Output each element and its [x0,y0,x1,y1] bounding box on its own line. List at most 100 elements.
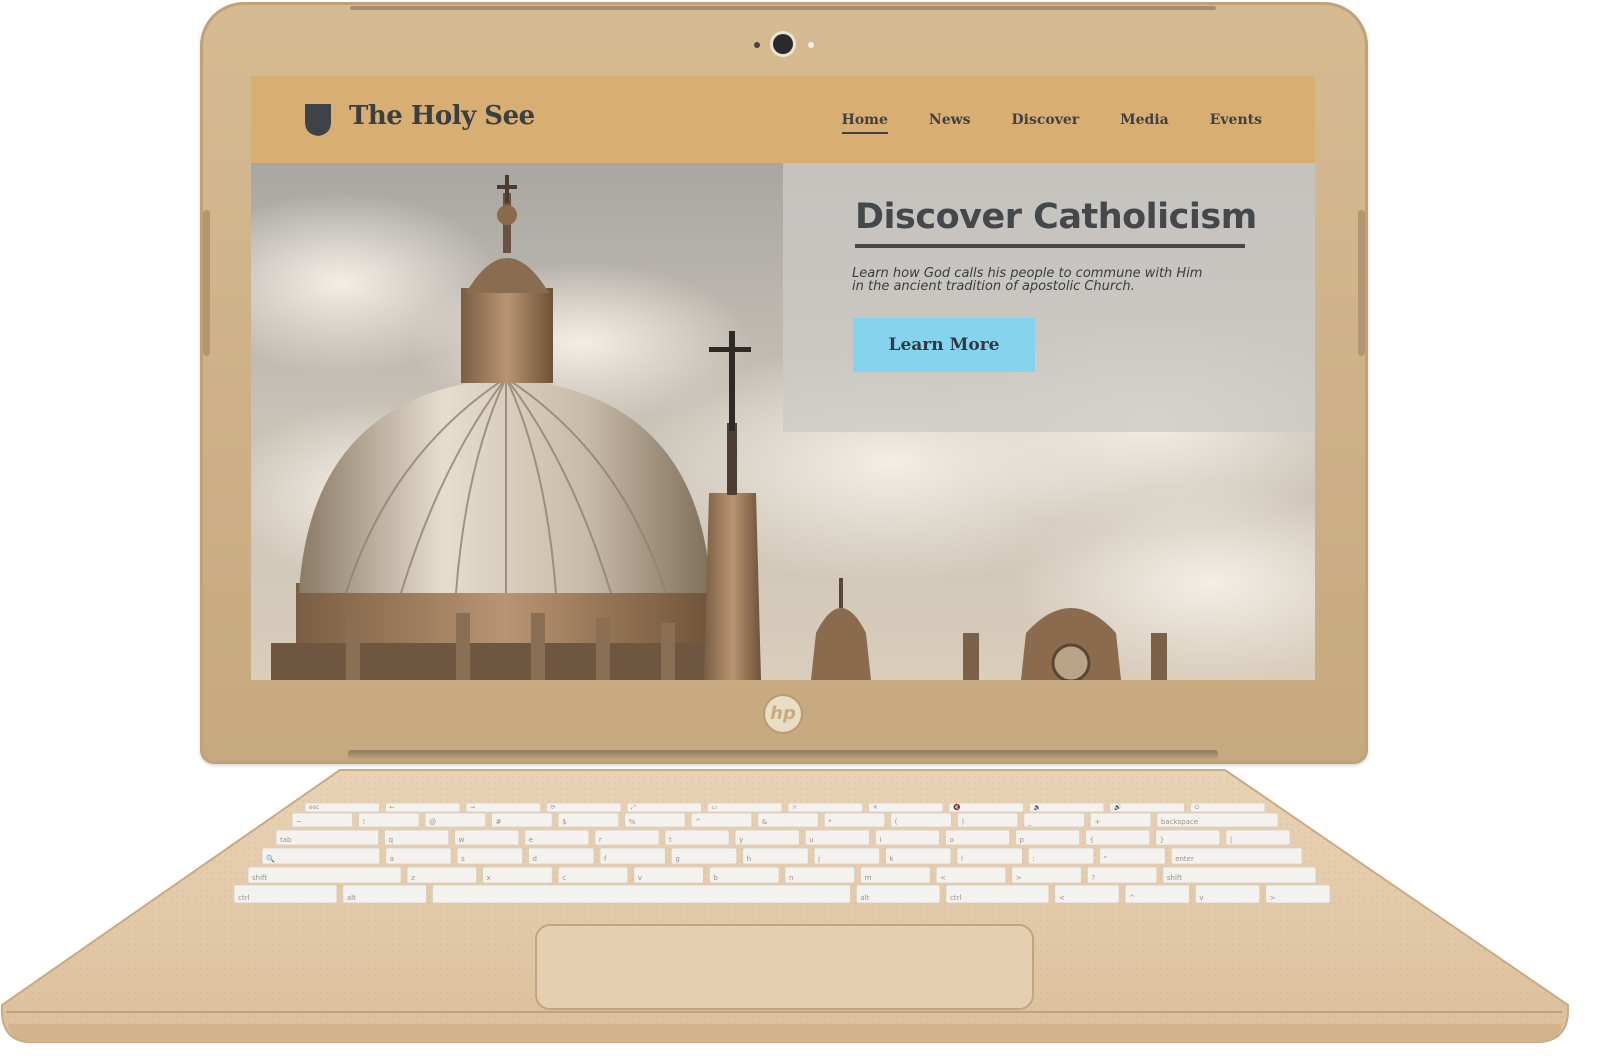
learn-more-button[interactable]: Learn More [853,318,1035,372]
key-label: tab [280,836,292,844]
key-label: ☀ [873,804,879,811]
key-label: 🔇 [953,803,961,811]
key-label: ) [961,818,964,826]
keyboard-key[interactable] [935,866,1007,884]
keyboard-key[interactable] [707,802,783,813]
key-label: ? [1091,874,1095,882]
keyboard-key[interactable] [885,847,952,865]
keyboard-key[interactable] [890,812,952,828]
key-label: h [747,855,751,863]
keyboard-key[interactable] [557,866,629,884]
keyboard-key[interactable] [787,802,863,813]
key-label: & [762,818,768,826]
keyboard-key[interactable] [261,847,381,865]
keyboard-key[interactable] [432,884,851,904]
keyboard-key[interactable] [664,829,730,846]
keyboard-key[interactable] [813,847,880,865]
keyboard-key[interactable] [1195,884,1261,904]
key-label: i [879,836,881,844]
keyboard-key[interactable] [557,812,620,828]
key-label: > [1016,874,1022,882]
keyboard-key[interactable] [1225,829,1291,846]
key-label: { [1090,836,1094,844]
shield-icon [305,104,331,136]
key-label: v [1199,894,1203,902]
key-label: ^ [1129,894,1135,902]
keyboard-key[interactable] [594,829,660,846]
key-label: % [629,818,636,826]
key-label: a [390,855,394,863]
keyboard-key[interactable] [524,829,590,846]
keyboard-key[interactable] [1155,829,1221,846]
keyboard-key[interactable] [1162,866,1317,884]
key-label: alt [347,894,356,902]
keyboard-key[interactable] [247,866,402,884]
key-label: * [828,818,832,826]
keyboard-key[interactable] [734,829,800,846]
key-label: e [529,836,533,844]
keyboard-key[interactable] [1015,829,1081,846]
keyboard-key[interactable] [456,847,523,865]
keyboard-key[interactable] [945,884,1050,904]
key-label: ( [895,818,898,826]
keyboard-key[interactable] [406,866,478,884]
keyboard-key[interactable] [358,812,420,828]
keyboard-key[interactable] [385,847,452,865]
key-label: shift [252,874,267,882]
keyboard-key[interactable] [784,866,855,884]
keyboard-key[interactable] [670,847,738,865]
nav-media[interactable]: Media [1120,112,1169,134]
keyboard-key[interactable] [945,829,1010,846]
keyboard-key[interactable] [384,829,450,846]
keyboard-key[interactable] [599,847,666,865]
keyboard-key[interactable] [874,829,940,846]
main-nav: Home News Discover Media Events [841,112,1262,134]
key-label: p [1020,836,1025,844]
keyboard-key[interactable] [1023,812,1085,828]
key-label: ~ [296,818,302,826]
keyboard-key[interactable] [742,847,809,865]
keyboard-key[interactable] [626,802,702,813]
keyboard-key[interactable] [546,802,622,813]
key-label: q [389,836,393,844]
keyboard-key[interactable] [956,812,1019,828]
key-label: c [562,874,566,882]
camera-sensor-left [754,42,760,48]
key-label: z [411,874,415,882]
hp-logo: hp [765,696,801,732]
keyboard-key[interactable] [709,866,780,884]
key-label: 🔉 [1034,804,1041,811]
keyboard-key[interactable] [1099,847,1166,865]
touchpad [535,924,1034,1010]
nav-events[interactable]: Events [1210,112,1262,134]
lid-top-edge [350,6,1216,10]
key-label: w [459,836,465,844]
keyboard-key[interactable] [804,829,870,846]
key-label: ▭ [712,804,718,811]
keyboard-key[interactable] [633,866,704,884]
keyboard-key[interactable] [528,847,595,865]
keyboard-key[interactable] [1086,866,1158,884]
keyboard-key[interactable] [1011,866,1082,884]
key-label: ← [390,804,395,811]
key-label: b [713,874,718,882]
keyboard-key[interactable] [233,884,338,904]
keyboard-key[interactable] [823,812,886,828]
key-label: o [949,836,953,844]
keyboard-key[interactable] [1190,802,1266,813]
keyboard-key[interactable] [385,802,461,813]
brand-title[interactable]: The Holy See [349,101,535,131]
keyboard-key[interactable] [465,802,541,813]
key-label: > [1270,894,1276,902]
keyboard-key[interactable] [956,847,1023,865]
key-label: @ [429,818,436,826]
keyboard-key[interactable] [868,802,944,813]
nav-discover[interactable]: Discover [1012,112,1080,134]
key-label: enter [1175,855,1194,863]
keyboard-key[interactable] [482,866,553,884]
keyboard-key[interactable] [1027,847,1095,865]
key-label: alt [860,894,869,902]
nav-news[interactable]: News [929,112,971,134]
keyboard-key[interactable] [1085,829,1151,846]
nav-home[interactable]: Home [841,112,888,134]
